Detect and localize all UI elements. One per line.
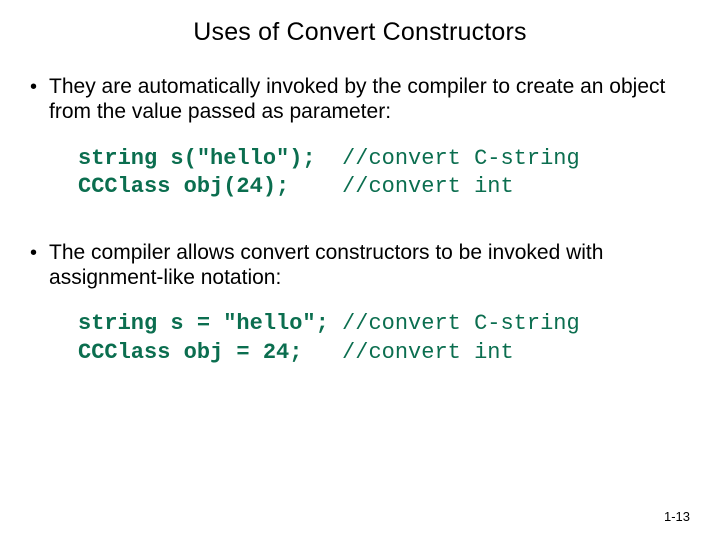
- code-block-1: string s("hello"); //convert C-string CC…: [78, 145, 692, 201]
- code-stmt: string s("hello");: [78, 146, 342, 171]
- bullet-dot-icon: •: [30, 241, 37, 265]
- code-comment: //convert C-string: [342, 146, 580, 171]
- bullet-dot-icon: •: [30, 75, 37, 99]
- code-comment: //convert int: [342, 174, 514, 199]
- code-stmt: CCClass obj = 24;: [78, 340, 342, 365]
- bullet-item-2: • The compiler allows convert constructo…: [28, 241, 692, 291]
- bullet-text-2: The compiler allows convert constructors…: [49, 241, 692, 291]
- code-comment: //convert int: [342, 340, 514, 365]
- code-stmt: CCClass obj(24);: [78, 174, 342, 199]
- page-number: 1-13: [664, 509, 690, 524]
- code-block-2: string s = "hello"; //convert C-string C…: [78, 310, 692, 366]
- code-stmt: string s = "hello";: [78, 311, 342, 336]
- slide-title: Uses of Convert Constructors: [28, 18, 692, 47]
- bullet-text-1: They are automatically invoked by the co…: [49, 75, 692, 125]
- bullet-item-1: • They are automatically invoked by the …: [28, 75, 692, 125]
- code-comment: //convert C-string: [342, 311, 580, 336]
